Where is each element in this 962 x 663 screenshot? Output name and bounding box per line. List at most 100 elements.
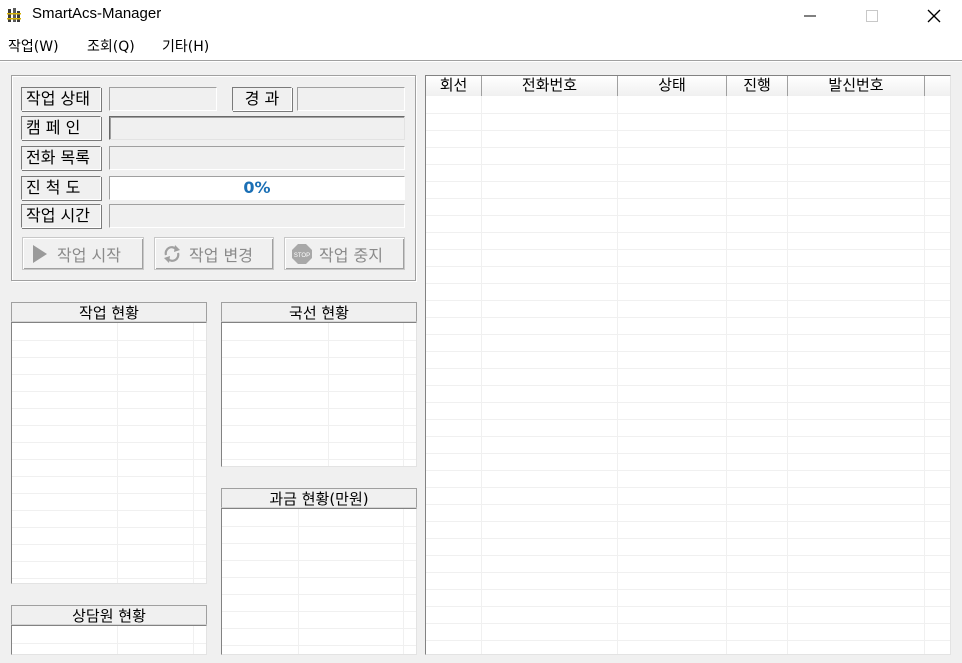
grid-line [426, 368, 950, 369]
grid-line [12, 374, 206, 375]
phonelist-label: 전화 목록 [21, 146, 101, 170]
grid-line [222, 408, 416, 409]
grid-line [426, 640, 950, 641]
grid-line [426, 504, 950, 505]
progress-label: 진 척 도 [21, 176, 101, 200]
campaign-label: 캠 페 인 [21, 116, 101, 140]
jobtime-label: 작업 시간 [21, 204, 101, 228]
grid-line [12, 340, 206, 341]
grid-line [222, 459, 416, 460]
grid-line [426, 555, 950, 556]
job-status-header: 작업 현황 [11, 302, 207, 322]
grid-line [426, 266, 950, 267]
grid-line [426, 232, 950, 233]
svg-text:STOP: STOP [294, 253, 310, 259]
grid-line [12, 442, 206, 443]
grid-line [222, 611, 416, 612]
col-progress[interactable]: 진행 [727, 76, 788, 96]
grid-line [426, 487, 950, 488]
grid-line [426, 147, 950, 148]
minimize-icon [804, 15, 816, 16]
grid-line [12, 408, 206, 409]
close-button[interactable] [911, 0, 957, 31]
line-table[interactable]: 회선 전화번호 상태 진행 발신번호 [425, 75, 951, 655]
grid-line [426, 130, 950, 131]
grid-line [426, 623, 950, 624]
grid-line [426, 572, 950, 573]
grid-line [426, 402, 950, 403]
grid-line [222, 425, 416, 426]
billing-status-list[interactable] [221, 508, 417, 655]
bamboo-app-icon [7, 8, 21, 22]
agent-status-header: 상담원 현황 [11, 605, 207, 625]
stop-job-button[interactable]: STOP 작업 중지 [284, 237, 405, 270]
jobtime-field [109, 204, 405, 228]
grid-line [12, 544, 206, 545]
job-status-list[interactable] [11, 322, 207, 584]
grid-line [426, 334, 950, 335]
change-job-button[interactable]: 작업 변경 [154, 237, 274, 270]
grid-line [426, 538, 950, 539]
grid-line [12, 643, 206, 644]
menu-separator [0, 60, 962, 62]
close-icon [927, 9, 941, 22]
menu-work[interactable]: 작업(W) [8, 36, 59, 56]
elapsed-field [297, 87, 405, 111]
stop-sign-icon: STOP [291, 243, 313, 265]
play-icon [29, 243, 51, 265]
grid-line [222, 340, 416, 341]
line-status-list[interactable] [221, 322, 417, 467]
menu-query[interactable]: 조회(Q) [87, 36, 135, 56]
grid-line [222, 560, 416, 561]
campaign-field[interactable] [109, 116, 405, 140]
grid-line [222, 391, 416, 392]
start-job-label: 작업 시작 [57, 245, 121, 265]
grid-line [426, 249, 950, 250]
col-phone-number[interactable]: 전화번호 [482, 76, 618, 96]
billing-status-header: 과금 현황(만원) [221, 488, 417, 508]
grid-line [426, 606, 950, 607]
grid-line [426, 283, 950, 284]
grid-line [12, 476, 206, 477]
grid-line [222, 577, 416, 578]
grid-line [426, 113, 950, 114]
grid-line [426, 419, 950, 420]
grid-line [426, 300, 950, 301]
minimize-button[interactable] [787, 0, 833, 31]
progress-bar: 0% [109, 176, 405, 200]
col-state[interactable]: 상태 [618, 76, 727, 96]
grid-line [426, 385, 950, 386]
grid-line [426, 589, 950, 590]
grid-line [12, 357, 206, 358]
grid-line [222, 628, 416, 629]
progress-percent: 0% [243, 178, 271, 197]
menu-bar: 작업(W) 조회(Q) 기타(H) [0, 31, 962, 60]
maximize-button[interactable] [849, 0, 895, 31]
line-status-header: 국선 현황 [221, 302, 417, 322]
phonelist-field [109, 146, 405, 170]
stop-job-label: 작업 중지 [319, 245, 383, 265]
grid-line [12, 510, 206, 511]
menu-etc[interactable]: 기타(H) [162, 36, 209, 56]
grid-line [222, 594, 416, 595]
grid-line [222, 357, 416, 358]
grid-line [222, 442, 416, 443]
col-filler [925, 76, 950, 96]
col-caller-number[interactable]: 발신번호 [788, 76, 925, 96]
col-line[interactable]: 회선 [426, 76, 482, 96]
status-field [109, 87, 217, 111]
change-job-label: 작업 변경 [189, 245, 253, 265]
grid-line [426, 317, 950, 318]
window-title: SmartAcs-Manager [32, 5, 162, 22]
grid-line [426, 436, 950, 437]
grid-line [426, 453, 950, 454]
grid-line [426, 181, 950, 182]
grid-line [426, 164, 950, 165]
grid-line [426, 470, 950, 471]
line-table-header: 회선 전화번호 상태 진행 발신번호 [426, 76, 950, 96]
grid-line [426, 521, 950, 522]
start-job-button[interactable]: 작업 시작 [22, 237, 144, 270]
agent-status-list[interactable] [11, 625, 207, 655]
grid-line [12, 527, 206, 528]
grid-line [426, 198, 950, 199]
